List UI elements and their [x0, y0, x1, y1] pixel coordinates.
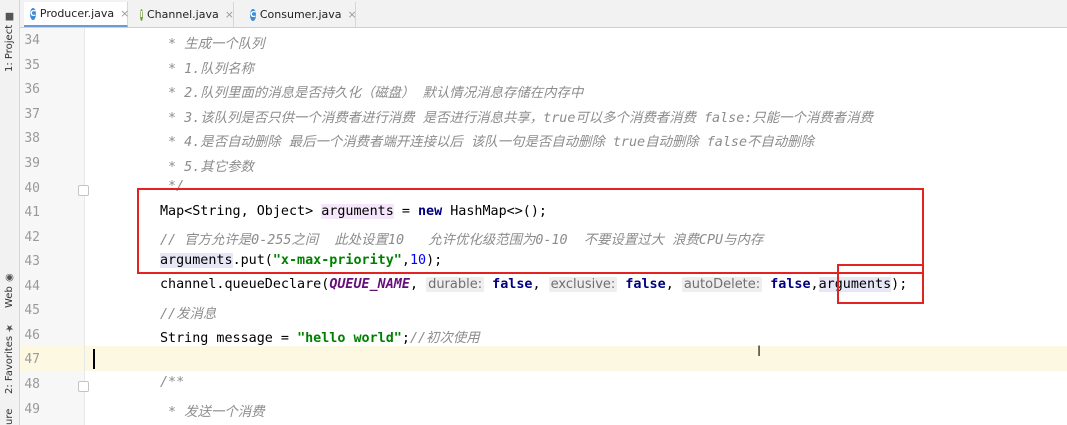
globe-icon: ◉ [4, 272, 15, 284]
code-line-37: * 3.该队列是否只供一个消费者进行消费 是否进行消息共享，true可以多个消费… [160, 111, 873, 126]
favorites-tool-button[interactable]: 2: Favorites ★ [1, 318, 18, 394]
line-number: 43 [24, 254, 40, 269]
project-tool-button[interactable]: 1: Project ■ [1, 2, 18, 72]
structure-tool-button[interactable]: ure [1, 400, 18, 425]
annotation-box-arguments [837, 264, 924, 304]
tool-window-sidebar: 1: Project ■ Web ◉ 2: Favorites ★ ure [0, 0, 20, 425]
line-number: 39 [24, 156, 40, 171]
line-number: 44 [24, 279, 40, 294]
web-tool-button[interactable]: Web ◉ [1, 258, 18, 308]
class-icon: C [250, 8, 256, 21]
web-label: Web [4, 286, 15, 308]
mouse-cursor-icon: I [757, 344, 762, 360]
editor-tab-bar: C Producer.java × I Channel.java × C Con… [20, 0, 1067, 28]
line-number: 49 [24, 402, 40, 417]
folder-icon: ■ [4, 10, 15, 22]
tab-channel[interactable]: I Channel.java × [134, 2, 234, 27]
code-line-45: //发消息 [160, 307, 217, 322]
line-number: 36 [24, 82, 40, 97]
code-line-46: String message = "hello world";//初次使用 [160, 331, 480, 346]
star-icon: ★ [4, 321, 15, 333]
tab-producer[interactable]: C Producer.java × [24, 2, 129, 27]
close-icon[interactable]: × [225, 8, 234, 21]
line-number: 37 [24, 107, 40, 122]
code-line-48: /** [160, 375, 185, 390]
line-number: 45 [24, 303, 40, 318]
param-hint: exclusive: [548, 277, 618, 292]
line-number: 40 [24, 181, 40, 196]
interface-icon: I [140, 8, 143, 21]
code-line-36: * 2.队列里面的消息是否持久化（磁盘） 默认情况消息存储在内存中 [160, 86, 584, 101]
project-label: 1: Project [4, 24, 15, 72]
code-line-39: * 5.其它参数 [160, 160, 254, 175]
code-line-49: * 发送一个消费 [160, 405, 265, 420]
param-hint: autoDelete: [681, 277, 763, 292]
close-icon[interactable]: × [348, 8, 357, 21]
code-line-44: channel.queueDeclare(QUEUE_NAME, durable… [160, 277, 908, 292]
code-line-35: * 1.队列名称 [160, 62, 254, 77]
param-hint: durable: [426, 277, 485, 292]
current-line-highlight [85, 346, 1067, 371]
tab-label: Producer.java [39, 7, 115, 20]
line-number: 48 [24, 377, 40, 392]
line-number: 41 [24, 205, 40, 220]
annotation-box-code-block [137, 188, 924, 274]
line-number: 35 [24, 58, 40, 73]
line-number: 46 [24, 328, 40, 343]
line-number-gutter: 34 35 36 37 38 39 40 41 42 43 44 45 46 4… [20, 28, 89, 425]
class-icon: C [30, 7, 36, 20]
line-number: 34 [24, 33, 40, 48]
line-number: 38 [24, 131, 40, 146]
favorites-label: 2: Favorites [4, 335, 15, 394]
line-number: 42 [24, 230, 40, 245]
tab-consumer[interactable]: C Consumer.java × [244, 2, 357, 27]
line-number: 47 [24, 352, 40, 367]
code-line-34: * 生成一个队列 [160, 37, 265, 52]
code-editor[interactable]: * 生成一个队列 * 1.队列名称 * 2.队列里面的消息是否持久化（磁盘） 默… [85, 28, 1067, 425]
code-line-38: * 4.是否自动删除 最后一个消费者端开连接以后 该队一句是否自动删除 true… [160, 135, 814, 150]
structure-label: ure [4, 408, 15, 425]
tab-label: Consumer.java [259, 8, 342, 21]
close-icon[interactable]: × [120, 7, 129, 20]
text-caret [93, 349, 95, 369]
tab-label: Channel.java [146, 8, 219, 21]
